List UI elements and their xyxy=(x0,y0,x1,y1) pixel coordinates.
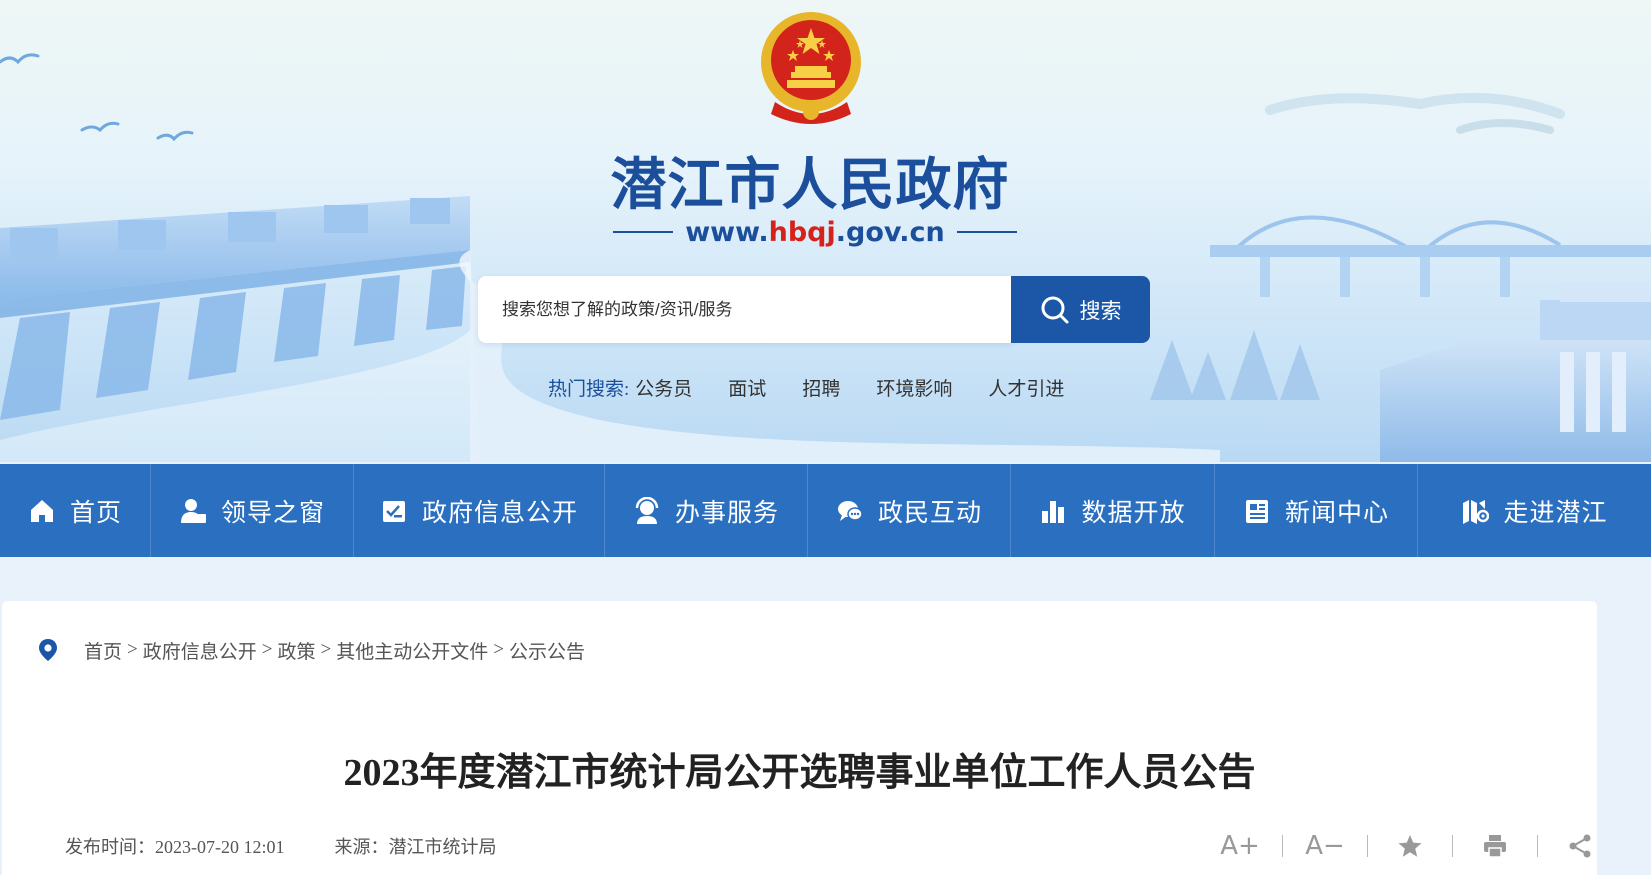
info-disclosure-icon xyxy=(382,500,405,522)
breadcrumb-item[interactable]: 公示公告 xyxy=(509,637,585,664)
breadcrumb-separator: > xyxy=(493,639,504,660)
map-icon xyxy=(1463,499,1490,524)
tool-divider xyxy=(1282,835,1283,857)
font-increase-button[interactable]: A+ xyxy=(1212,831,1268,861)
home-icon xyxy=(30,499,53,522)
search-box xyxy=(478,276,1012,343)
location-pin-icon xyxy=(39,639,57,661)
font-decrease-button[interactable]: A− xyxy=(1297,831,1353,861)
nav-item-news[interactable]: 新闻中心 xyxy=(1215,464,1418,557)
leader-icon xyxy=(180,498,206,523)
nav-item-label: 数据开放 xyxy=(1081,497,1186,527)
article-title: 2023年度潜江市统计局公开选聘事业单位工作人员公告 xyxy=(343,752,1256,794)
breadcrumb-item[interactable]: 首页 xyxy=(84,637,122,664)
breadcrumb-item[interactable]: 政府信息公开 xyxy=(143,637,257,664)
hot-search-item[interactable]: 招聘 xyxy=(802,374,840,401)
chat-icon xyxy=(837,500,863,521)
site-url-text: www.hbqj.gov.cn xyxy=(685,216,945,248)
breadcrumb-separator: > xyxy=(127,639,138,660)
nav-item-label: 走进潜江 xyxy=(1503,497,1608,527)
hot-search-item[interactable]: 环境影响 xyxy=(876,374,952,401)
search-button[interactable]: 搜索 xyxy=(1011,276,1150,343)
article-card: 首页 > 政府信息公开 > 政策 > 其他主动公开文件 > 公示公告 2023年… xyxy=(2,601,1597,875)
url-decoration-line xyxy=(613,231,674,233)
breadcrumb-item[interactable]: 政策 xyxy=(277,637,315,664)
nav-item-label: 办事服务 xyxy=(674,497,779,527)
news-icon xyxy=(1245,499,1268,523)
article-meta: 发布时间：2023-07-20 12:01 来源：潜江市统计局 xyxy=(65,833,497,859)
search-input[interactable] xyxy=(502,299,1012,320)
nav-item-home[interactable]: 首页 xyxy=(0,464,151,557)
search-button-label: 搜索 xyxy=(1079,298,1122,323)
main-nav: 首页 领导之窗 政府信息公开 办事服务 政民互动 数据开放 新闻中心 走进潜江 xyxy=(0,464,1651,557)
print-button[interactable] xyxy=(1467,833,1523,859)
national-emblem-icon xyxy=(761,12,861,124)
share-icon xyxy=(1569,834,1591,858)
site-title: 潜江市人民政府 xyxy=(610,153,1010,218)
print-icon xyxy=(1484,835,1506,858)
nav-item-label: 政府信息公开 xyxy=(421,497,578,527)
breadcrumb-item[interactable]: 其他主动公开文件 xyxy=(336,637,488,664)
url-decoration-line xyxy=(956,231,1017,233)
nav-item-open-data[interactable]: 数据开放 xyxy=(1011,464,1215,557)
nav-item-label: 政民互动 xyxy=(877,497,982,527)
nav-item-label: 首页 xyxy=(69,497,122,527)
favorite-button[interactable] xyxy=(1382,833,1438,859)
breadcrumb-separator: > xyxy=(261,639,273,660)
hot-search-item[interactable]: 公务员 xyxy=(635,374,692,401)
nav-item-leaders[interactable]: 领导之窗 xyxy=(151,464,354,557)
bar-chart-icon xyxy=(1042,500,1065,523)
tool-divider xyxy=(1537,835,1538,857)
nav-item-interaction[interactable]: 政民互动 xyxy=(808,464,1011,557)
breadcrumb-separator: > xyxy=(320,639,332,660)
publish-time: 发布时间：2023-07-20 12:01 xyxy=(65,837,285,857)
header-banner: 潜江市人民政府 www.hbqj.gov.cn 搜索 热门搜索: 公务员 面试 … xyxy=(0,0,1651,462)
nav-item-label: 新闻中心 xyxy=(1284,497,1389,527)
tool-divider xyxy=(1452,835,1453,857)
article-tools: A+ A− xyxy=(1212,829,1608,863)
article-source: 来源：潜江市统计局 xyxy=(334,837,497,857)
nav-item-info-disclosure[interactable]: 政府信息公开 xyxy=(354,464,605,557)
tool-divider xyxy=(1367,835,1368,857)
share-button[interactable] xyxy=(1552,833,1608,859)
breadcrumb: 首页 > 政府信息公开 > 政策 > 其他主动公开文件 > 公示公告 xyxy=(38,635,585,665)
hot-search-label: 热门搜索: xyxy=(548,378,630,400)
service-icon xyxy=(635,496,659,524)
nav-item-label: 领导之窗 xyxy=(220,497,325,527)
nav-item-services[interactable]: 办事服务 xyxy=(605,464,808,557)
hot-search-item[interactable]: 人才引进 xyxy=(988,374,1064,401)
star-icon xyxy=(1398,835,1422,857)
search-icon xyxy=(1041,296,1068,323)
nav-item-about-qianjiang[interactable]: 走进潜江 xyxy=(1418,464,1651,557)
hot-search: 热门搜索: 公务员 面试 招聘 环境影响 人才引进 xyxy=(548,372,1064,402)
hot-search-item[interactable]: 面试 xyxy=(728,374,766,401)
site-url: www.hbqj.gov.cn xyxy=(613,212,1017,252)
